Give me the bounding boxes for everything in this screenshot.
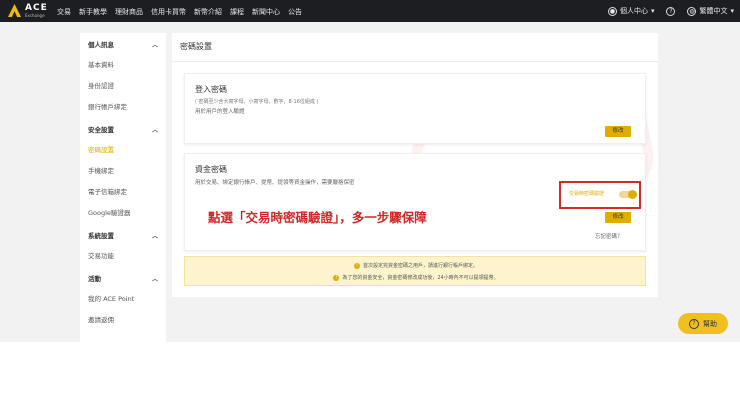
account-menu[interactable]: ● 個人中心 ▾ — [607, 6, 655, 16]
nav-item-news[interactable]: 新聞中心 — [252, 7, 280, 17]
language-menu[interactable]: ◍ 繁體中文 ▾ — [687, 6, 734, 16]
nav-item-tutorial[interactable]: 新手教學 — [79, 7, 107, 17]
question-icon: ? — [666, 6, 676, 16]
login-password-edit-button[interactable]: 修改 — [605, 126, 631, 137]
login-password-title: 登入密碼 — [195, 85, 227, 94]
caret-down-icon: ▾ — [650, 7, 655, 15]
help-label: 幫助 — [703, 319, 717, 328]
sidebar-item-bank-binding[interactable]: 銀行帳戶綁定 — [80, 97, 166, 118]
ace-logo[interactable]: ACE Exchange — [8, 3, 52, 19]
notice-line: ! 為了您的資金安全，資金密碼修改成功後，24小時內不可以提領提幣。 — [185, 274, 647, 281]
sidebar-group-personal[interactable]: 個人訊息 ︿ — [80, 33, 166, 55]
fund-password-desc: 用於交易、綁定銀行帳戶、提幣、提領等資金操作，需要嚴格保密 — [195, 180, 355, 186]
sidebar-group-security[interactable]: 安全設置 ︿ — [80, 118, 166, 140]
forgot-password-link[interactable]: 忘記密碼？ — [595, 232, 623, 240]
brand-name: ACE — [25, 3, 48, 13]
trade-password-toggle-label: 交易時密碼驗證 — [569, 191, 605, 197]
sidebar-item-password[interactable]: 密碼設置 — [80, 140, 166, 161]
question-icon: ? — [689, 318, 699, 329]
trade-password-toggle[interactable] — [619, 190, 637, 199]
fund-password-edit-button[interactable]: 修改 — [605, 212, 631, 223]
divider — [172, 61, 658, 62]
chevron-up-icon: ︿ — [151, 232, 158, 240]
nav-item-courses[interactable]: 課程 — [230, 7, 244, 17]
login-password-requirement: ( 密碼至少含大寫字母，小寫字母，數字，8-16位組成 ) — [195, 99, 319, 105]
page-bottom — [0, 342, 740, 416]
user-icon: ● — [607, 6, 617, 16]
chevron-up-icon: ︿ — [151, 41, 158, 49]
nav-item-card-buy[interactable]: 信用卡買幣 — [151, 7, 186, 17]
sidebar: 個人訊息 ︿ 基本資料 身份認證 銀行帳戶綁定 安全設置 ︿ 密碼設置 手機綁定… — [80, 33, 166, 342]
info-icon: ! — [333, 274, 340, 281]
nav-item-products[interactable]: 理財商品 — [115, 7, 143, 17]
main-nav: 交易 新手教學 理財商品 信用卡買幣 新幣介紹 課程 新聞中心 公告 — [57, 7, 302, 17]
sidebar-group-title: 活動 — [88, 275, 101, 283]
login-password-desc: 用於用戶的登入驗證 — [195, 109, 245, 115]
sidebar-group-title: 安全設置 — [88, 126, 114, 134]
page-title: 密碼設置 — [180, 42, 212, 51]
fund-password-card: 資金密碼 用於交易、綁定銀行帳戶、提幣、提領等資金操作，需要嚴格保密 交易時密碼… — [184, 153, 646, 251]
main-area: 個人訊息 ︿ 基本資料 身份認證 銀行帳戶綁定 安全設置 ︿ 密碼設置 手機綁定… — [0, 22, 740, 342]
top-navbar: ACE Exchange 交易 新手教學 理財商品 信用卡買幣 新幣介紹 課程 … — [0, 0, 740, 22]
account-label: 個人中心 — [619, 7, 648, 15]
info-icon: ! — [353, 262, 360, 269]
fund-password-title: 資金密碼 — [195, 165, 227, 174]
trade-password-toggle-highlight: 交易時密碼驗證 — [559, 181, 641, 209]
sidebar-group-title: 系統設置 — [88, 232, 114, 240]
help-link[interactable]: ? — [666, 6, 676, 16]
globe-icon: ◍ — [687, 6, 697, 16]
sidebar-item-phone[interactable]: 手機綁定 — [80, 161, 166, 182]
help-button[interactable]: ? 幫助 — [678, 313, 728, 334]
notice-line: ! 首次設定完資金密碼之用戶，請進行銀行帳戶綁定。 — [185, 262, 647, 269]
chevron-up-icon: ︿ — [151, 275, 158, 283]
sidebar-group-activity[interactable]: 活動 ︿ — [80, 267, 166, 289]
sidebar-item-identity[interactable]: 身份認證 — [80, 76, 166, 97]
notice-text: 為了您的資金安全，資金密碼修改成功後，24小時內不可以提領提幣。 — [342, 275, 499, 281]
nav-item-announcements[interactable]: 公告 — [288, 7, 302, 17]
instruction-callout: 點選「交易時密碼驗證」，多一步驟保障 — [208, 210, 427, 225]
toggle-knob — [628, 190, 637, 199]
ace-logo-icon — [8, 4, 21, 17]
sidebar-item-ace-point[interactable]: 我的 ACE Point — [80, 289, 166, 310]
caret-down-icon: ▾ — [730, 7, 734, 15]
sidebar-item-referral[interactable]: 邀請返佣 — [80, 310, 166, 331]
notice-text: 首次設定完資金密碼之用戶，請進行銀行帳戶綁定。 — [362, 263, 478, 269]
nav-item-trade[interactable]: 交易 — [57, 7, 71, 17]
nav-item-new-coins[interactable]: 新幣介紹 — [194, 7, 222, 17]
sidebar-group-system[interactable]: 系統設置 ︿ — [80, 224, 166, 246]
brand-sub: Exchange — [25, 13, 45, 18]
notice-box: ! 首次設定完資金密碼之用戶，請進行銀行帳戶綁定。 ! 為了您的資金安全，資金密碼修… — [184, 256, 646, 286]
content-panel: 密碼設置 登入密碼 ( 密碼至少含大寫字母，小寫字母，數字，8-16位組成 ) … — [172, 33, 661, 297]
sidebar-item-basic-info[interactable]: 基本資料 — [80, 55, 166, 76]
sidebar-item-trade-function[interactable]: 交易功能 — [80, 246, 166, 267]
header-right: ● 個人中心 ▾ ? ◍ 繁體中文 ▾ — [607, 6, 734, 16]
sidebar-item-google-auth[interactable]: Google驗證器 — [80, 203, 166, 224]
sidebar-group-title: 個人訊息 — [88, 41, 114, 49]
login-password-card: 登入密碼 ( 密碼至少含大寫字母，小寫字母，數字，8-16位組成 ) 用於用戶的… — [184, 73, 646, 144]
sidebar-item-email[interactable]: 電子信箱綁定 — [80, 182, 166, 203]
language-label: 繁體中文 — [699, 7, 728, 15]
chevron-up-icon: ︿ — [151, 126, 158, 134]
